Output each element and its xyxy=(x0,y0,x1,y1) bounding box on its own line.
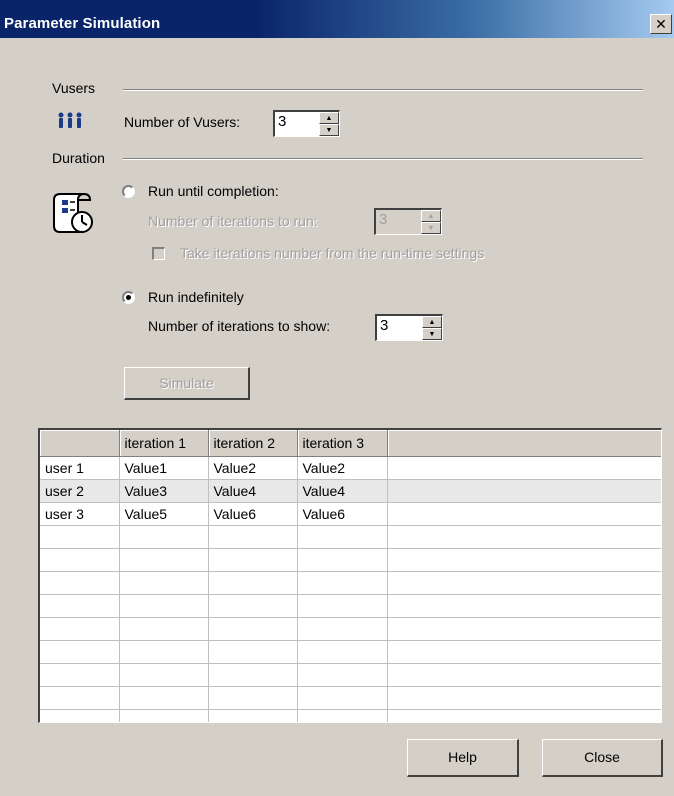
iterations-to-run-stepper[interactable]: 3 ▲ ▼ xyxy=(374,208,442,235)
row-header-cell[interactable]: user 2 xyxy=(40,479,120,503)
row-header-cell[interactable]: user 1 xyxy=(40,456,120,480)
vusers-increment-button[interactable]: ▲ xyxy=(319,112,339,124)
radio-selected-dot xyxy=(126,295,131,300)
iterations-to-show-decrement-button[interactable]: ▼ xyxy=(422,328,442,340)
iterations-to-show-label: Number of iterations to show: xyxy=(148,318,331,334)
title-bar: Parameter Simulation ✕ xyxy=(0,0,674,38)
table-row[interactable]: user 3 Value5 Value6 Value6 xyxy=(40,502,661,526)
table-cell[interactable]: Value3 xyxy=(119,479,209,503)
results-table: iteration 1 iteration 2 iteration 3 user… xyxy=(40,430,661,722)
table-cell xyxy=(387,502,661,526)
header-row: iteration 1 iteration 2 iteration 3 xyxy=(40,430,661,457)
table-row[interactable]: user 1 Value1 Value2 Value2 xyxy=(40,456,661,480)
vusers-decrement-button[interactable]: ▼ xyxy=(319,124,339,136)
row-header-cell[interactable]: user 3 xyxy=(40,502,120,526)
empty-row xyxy=(40,548,661,572)
empty-row xyxy=(40,617,661,641)
table-cell[interactable]: Value6 xyxy=(297,502,388,526)
iterations-to-show-increment-button[interactable]: ▲ xyxy=(422,316,442,328)
table-cell[interactable]: Value2 xyxy=(208,456,298,480)
column-header-filler xyxy=(387,430,661,457)
empty-row xyxy=(40,525,661,549)
column-header[interactable]: iteration 2 xyxy=(208,430,298,457)
users-icon xyxy=(57,111,89,136)
table-cell xyxy=(387,456,661,480)
table-row[interactable]: user 2 Value3 Value4 Value4 xyxy=(40,479,661,503)
table-cell[interactable]: Value4 xyxy=(208,479,298,503)
vusers-count-value[interactable]: 3 xyxy=(278,113,286,130)
empty-row xyxy=(40,640,661,664)
iterations-to-run-decrement-button[interactable]: ▼ xyxy=(421,222,441,234)
column-header[interactable]: iteration 3 xyxy=(297,430,388,457)
vusers-section-label: Vusers xyxy=(52,80,96,96)
table-cell[interactable]: Value5 xyxy=(119,502,209,526)
close-window-button[interactable]: ✕ xyxy=(650,14,672,34)
empty-row xyxy=(40,594,661,618)
simulate-button[interactable]: Simulate xyxy=(124,367,250,400)
duration-section-label: Duration xyxy=(52,150,105,166)
table-cell[interactable]: Value2 xyxy=(297,456,388,480)
iterations-to-run-increment-button[interactable]: ▲ xyxy=(421,210,441,222)
script-clock-icon xyxy=(50,188,98,241)
column-header-corner xyxy=(40,430,120,457)
run-until-completion-label[interactable]: Run until completion: xyxy=(148,183,279,199)
runtime-iterations-checkbox[interactable] xyxy=(152,247,165,260)
vusers-count-label: Number of Vusers: xyxy=(124,114,241,130)
duration-separator xyxy=(123,158,643,160)
runtime-iterations-label[interactable]: Take iterations number from the run-time… xyxy=(180,245,484,261)
empty-row xyxy=(40,663,661,687)
close-button[interactable]: Close xyxy=(542,739,663,777)
results-grid[interactable]: iteration 1 iteration 2 iteration 3 user… xyxy=(38,428,662,723)
run-indefinitely-radio[interactable] xyxy=(122,291,135,304)
vusers-separator xyxy=(123,89,643,91)
column-header[interactable]: iteration 1 xyxy=(119,430,209,457)
empty-row xyxy=(40,709,661,722)
table-cell[interactable]: Value1 xyxy=(119,456,209,480)
iterations-to-run-label: Number of iterations to run: xyxy=(148,213,318,229)
run-indefinitely-label[interactable]: Run indefinitely xyxy=(148,289,244,305)
empty-row xyxy=(40,571,661,595)
table-cell xyxy=(387,479,661,503)
iterations-to-run-value[interactable]: 3 xyxy=(379,211,387,228)
iterations-to-show-stepper[interactable]: 3 ▲ ▼ xyxy=(375,314,443,341)
help-button[interactable]: Help xyxy=(407,739,519,777)
table-cell[interactable]: Value4 xyxy=(297,479,388,503)
iterations-to-show-value[interactable]: 3 xyxy=(380,317,388,334)
vusers-count-stepper[interactable]: 3 ▲ ▼ xyxy=(273,110,340,137)
table-cell[interactable]: Value6 xyxy=(208,502,298,526)
empty-row xyxy=(40,686,661,710)
window-title: Parameter Simulation xyxy=(4,15,161,32)
run-until-completion-radio[interactable] xyxy=(122,185,135,198)
